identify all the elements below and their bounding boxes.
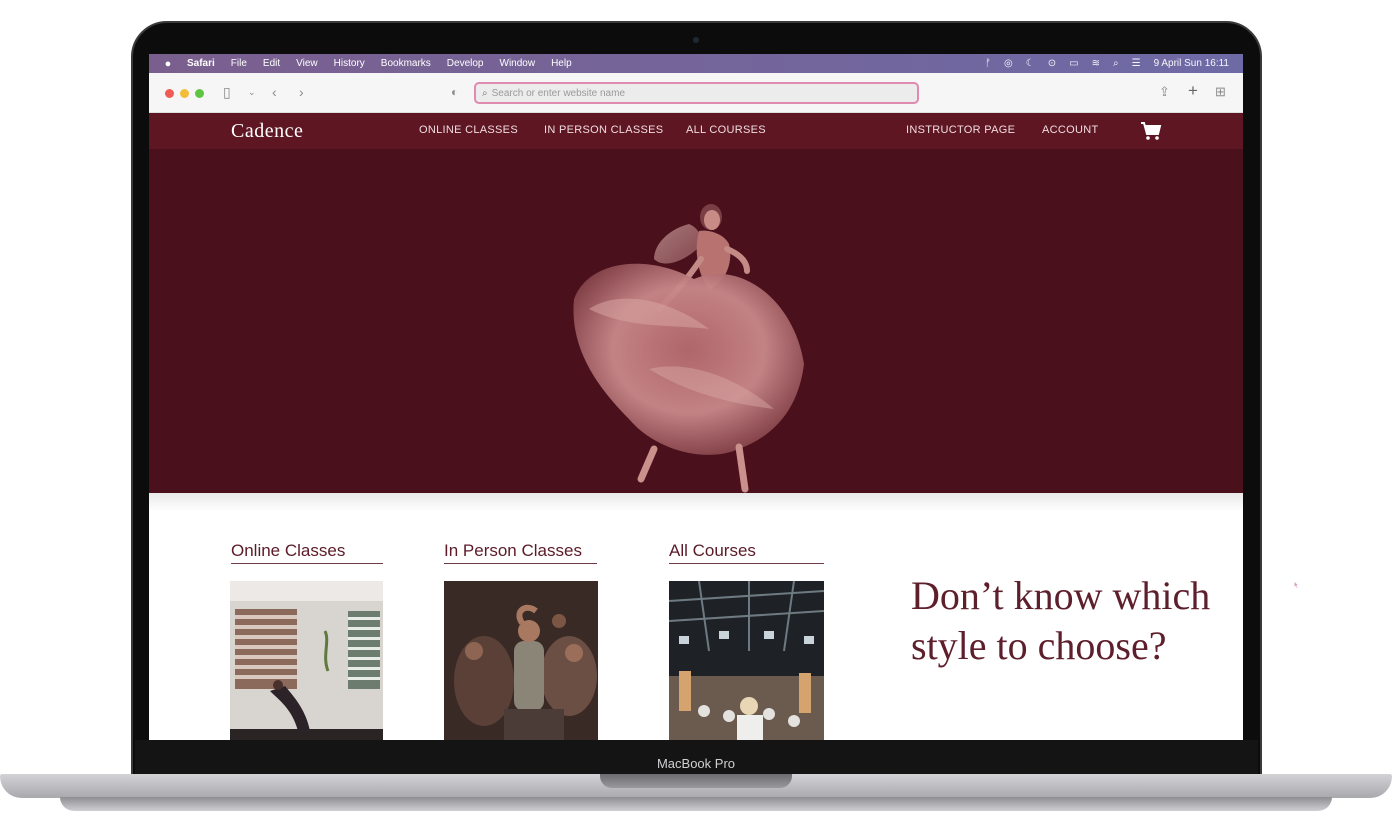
nav-all-courses[interactable]: ALL COURSES (686, 124, 766, 136)
share-icon[interactable]: ⇪ (1159, 84, 1170, 100)
tab-overview-icon[interactable]: ⊞ (1215, 84, 1226, 100)
apple-icon[interactable]: ● (163, 58, 173, 70)
address-bar[interactable]: ⌕ (474, 82, 919, 104)
back-icon[interactable]: ‹ (272, 84, 277, 100)
site-logo[interactable]: Cadence (231, 120, 303, 143)
stage: ● Safari File Edit View History Bookmark… (0, 0, 1392, 834)
nav-in-person-classes[interactable]: IN PERSON CLASSES (544, 124, 663, 136)
creative-cloud-icon[interactable]: ◎ (1004, 58, 1013, 69)
menu-view[interactable]: View (296, 58, 318, 69)
menu-window[interactable]: Window (500, 58, 536, 69)
search-icon: ⌕ (482, 87, 488, 99)
minimize-window-button[interactable] (180, 89, 189, 98)
zoom-window-button[interactable] (195, 89, 204, 98)
menu-develop[interactable]: Develop (447, 58, 484, 69)
nav-online-classes[interactable]: ONLINE CLASSES (419, 124, 518, 136)
wifi-icon[interactable]: ≋ (1092, 58, 1100, 69)
menubar-status: ᚠ ◎ ☾ ⊙ ▭ ≋ ⌕ ☰ 9 April Sun 16:11 (985, 54, 1229, 73)
menu-file[interactable]: File (231, 58, 247, 69)
course-categories: Online Classes In Person Classes All Cou… (149, 511, 1243, 740)
privacy-shield-icon[interactable]: ◐ (451, 85, 458, 99)
new-tab-icon[interactable]: + (1188, 81, 1198, 101)
moon-icon[interactable]: ☾ (1026, 58, 1035, 69)
forward-icon[interactable]: › (299, 84, 304, 100)
menu-app[interactable]: Safari (187, 58, 215, 69)
dancer-image (573, 204, 804, 493)
online-classes-image[interactable] (230, 581, 383, 740)
cart-icon[interactable] (1140, 121, 1162, 141)
device-label: MacBook Pro (656, 756, 736, 771)
site-nav: Cadence ONLINE CLASSES IN PERSON CLASSES… (149, 113, 1243, 149)
menu-edit[interactable]: Edit (263, 58, 280, 69)
camera (693, 37, 699, 43)
menubar-datetime[interactable]: 9 April Sun 16:11 (1154, 58, 1229, 69)
search-icon[interactable]: ⌕ (1113, 58, 1119, 69)
nav-instructor-page[interactable]: INSTRUCTOR PAGE (906, 124, 1015, 136)
menu-history[interactable]: History (334, 58, 365, 69)
figma-icon[interactable]: ᚠ (985, 58, 991, 69)
address-input[interactable] (491, 87, 892, 99)
menu-bookmarks[interactable]: Bookmarks (381, 58, 431, 69)
style-quiz-headline: Don’t know which style to choose? (911, 573, 1211, 668)
category-online-title[interactable]: Online Classes (231, 541, 383, 564)
browser-toolbar: ▯ ⌄ ‹ › ◐ ⌕ ⇪ + ⊞ (149, 73, 1243, 113)
in-person-classes-image[interactable] (444, 581, 598, 740)
laptop-notch (600, 774, 792, 788)
battery-icon[interactable]: ▭ (1069, 58, 1078, 69)
all-courses-image[interactable] (669, 581, 824, 740)
macos-menubar: ● Safari File Edit View History Bookmark… (149, 54, 1243, 73)
close-window-button[interactable] (165, 89, 174, 98)
nav-account[interactable]: ACCOUNT (1042, 124, 1099, 136)
category-all-courses-title[interactable]: All Courses (669, 541, 824, 564)
chevron-down-icon[interactable]: ⌄ (248, 87, 256, 98)
screen: ● Safari File Edit View History Bookmark… (149, 54, 1243, 740)
hero-shadow (149, 493, 1243, 511)
category-in-person-title[interactable]: In Person Classes (444, 541, 597, 564)
play-icon[interactable]: ⊙ (1048, 58, 1056, 69)
control-center-icon[interactable]: ☰ (1132, 58, 1141, 69)
sidebar-toggle-icon[interactable]: ▯ (223, 84, 231, 101)
laptop-base-bottom (60, 797, 1332, 811)
hero-banner (149, 149, 1243, 493)
mouse-cursor-icon (1294, 581, 1299, 589)
menu-help[interactable]: Help (551, 58, 572, 69)
